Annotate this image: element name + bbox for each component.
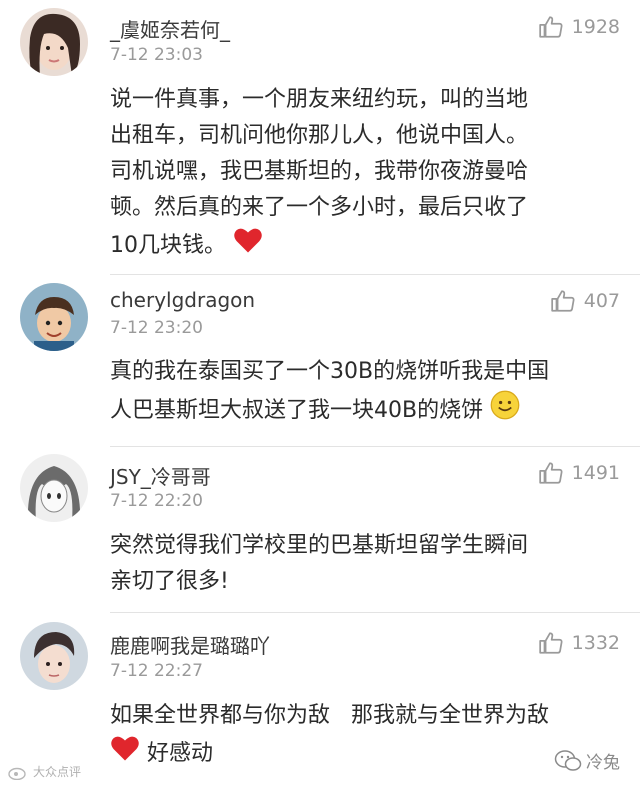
timestamp: 7-12 23:20 — [110, 318, 203, 338]
wechat-logo-icon — [554, 749, 582, 771]
text-line-with-emoji: 10几块钱。 — [110, 226, 620, 266]
text-line: 亲切了很多! — [110, 569, 229, 594]
like-count: 1491 — [571, 462, 620, 484]
comment-3: JSY_冷哥哥 7-12 22:20 1491 突然觉得我们学校里的巴基斯坦留学… — [0, 448, 640, 614]
divider — [110, 274, 640, 275]
text-line: 司机说嘿，我巴基斯坦的，我带你夜游曼哈 — [110, 159, 529, 184]
text-line-with-emoji: 人巴基斯坦大叔送了我一块40B的烧饼 — [110, 390, 620, 432]
heart-emoji — [233, 226, 263, 266]
watermark-left: 大众点评 — [8, 763, 81, 780]
watermark-text: 冷兔 — [586, 753, 620, 773]
like-button[interactable]: 1928 — [538, 14, 620, 40]
watermark-text: 大众点评 — [33, 765, 82, 779]
comment-text: 说一件真事，一个朋友来纽约玩，叫的当地 出租车，司机问他你那儿人，他说中国人。 … — [110, 82, 620, 266]
comment-2: cherylgdragon 7-12 23:20 407 真的我在泰国买了一个3… — [0, 276, 640, 448]
comment-text: 如果全世界都与你为敌 那我就与全世界为敌 好感动 — [110, 698, 620, 774]
comment-text: 突然觉得我们学校里的巴基斯坦留学生瞬间 亲切了很多! — [110, 528, 620, 600]
text-line: 真的我在泰国买了一个30B的烧饼听我是中国 — [110, 359, 550, 384]
text-line: 出租车，司机问他你那儿人，他说中国人。 — [110, 123, 529, 148]
user-avatar[interactable] — [20, 8, 88, 76]
like-button[interactable]: 407 — [550, 288, 620, 314]
text-line: 如果全世界都与你为敌 那我就与全世界为敌 — [110, 703, 549, 728]
text-line: 10几块钱。 — [110, 233, 226, 258]
text-line: 突然觉得我们学校里的巴基斯坦留学生瞬间 — [110, 533, 529, 558]
text-line: 人巴基斯坦大叔送了我一块40B的烧饼 — [110, 398, 484, 423]
timestamp: 7-12 22:27 — [110, 661, 203, 681]
thumbs-up-icon — [551, 290, 575, 312]
divider — [110, 612, 640, 613]
thumbs-up-icon — [538, 16, 563, 38]
like-button[interactable]: 1332 — [538, 630, 620, 656]
username[interactable]: JSY_冷哥哥 — [110, 461, 211, 490]
heart-emoji — [110, 734, 140, 774]
weibo-logo-icon — [8, 767, 26, 780]
user-avatar[interactable] — [20, 454, 88, 522]
user-avatar[interactable] — [20, 622, 88, 690]
username[interactable]: 鹿鹿啊我是璐璐吖 — [110, 630, 270, 659]
like-count: 1928 — [571, 16, 620, 38]
user-avatar[interactable] — [20, 283, 88, 351]
text-line: 说一件真事，一个朋友来纽约玩，叫的当地 — [110, 87, 529, 112]
text-line: 好感动 — [147, 741, 214, 766]
comment-4: 鹿鹿啊我是璐璐吖 7-12 22:27 1332 如果全世界都与你为敌 那我就与… — [0, 614, 640, 791]
smile-emoji — [490, 390, 520, 432]
comment-1: _虞姬奈若何_ 7-12 23:03 1928 说一件真事，一个朋友来纽约玩，叫… — [0, 0, 640, 276]
like-count: 1332 — [571, 632, 620, 654]
thumbs-up-icon — [538, 632, 563, 654]
watermark-right: 冷兔 — [554, 748, 620, 773]
timestamp: 7-12 22:20 — [110, 491, 203, 511]
text-line-with-emoji: 好感动 — [110, 734, 620, 774]
text-line: 顿。然后真的来了一个多小时，最后只收了 — [110, 195, 529, 220]
thumbs-up-icon — [538, 462, 563, 484]
like-button[interactable]: 1491 — [538, 460, 620, 486]
like-count: 407 — [583, 290, 620, 312]
divider — [110, 446, 640, 447]
username[interactable]: cherylgdragon — [110, 288, 255, 312]
timestamp: 7-12 23:03 — [110, 45, 203, 65]
username[interactable]: _虞姬奈若何_ — [110, 14, 230, 43]
comment-text: 真的我在泰国买了一个30B的烧饼听我是中国 人巴基斯坦大叔送了我一块40B的烧饼 — [110, 354, 620, 432]
